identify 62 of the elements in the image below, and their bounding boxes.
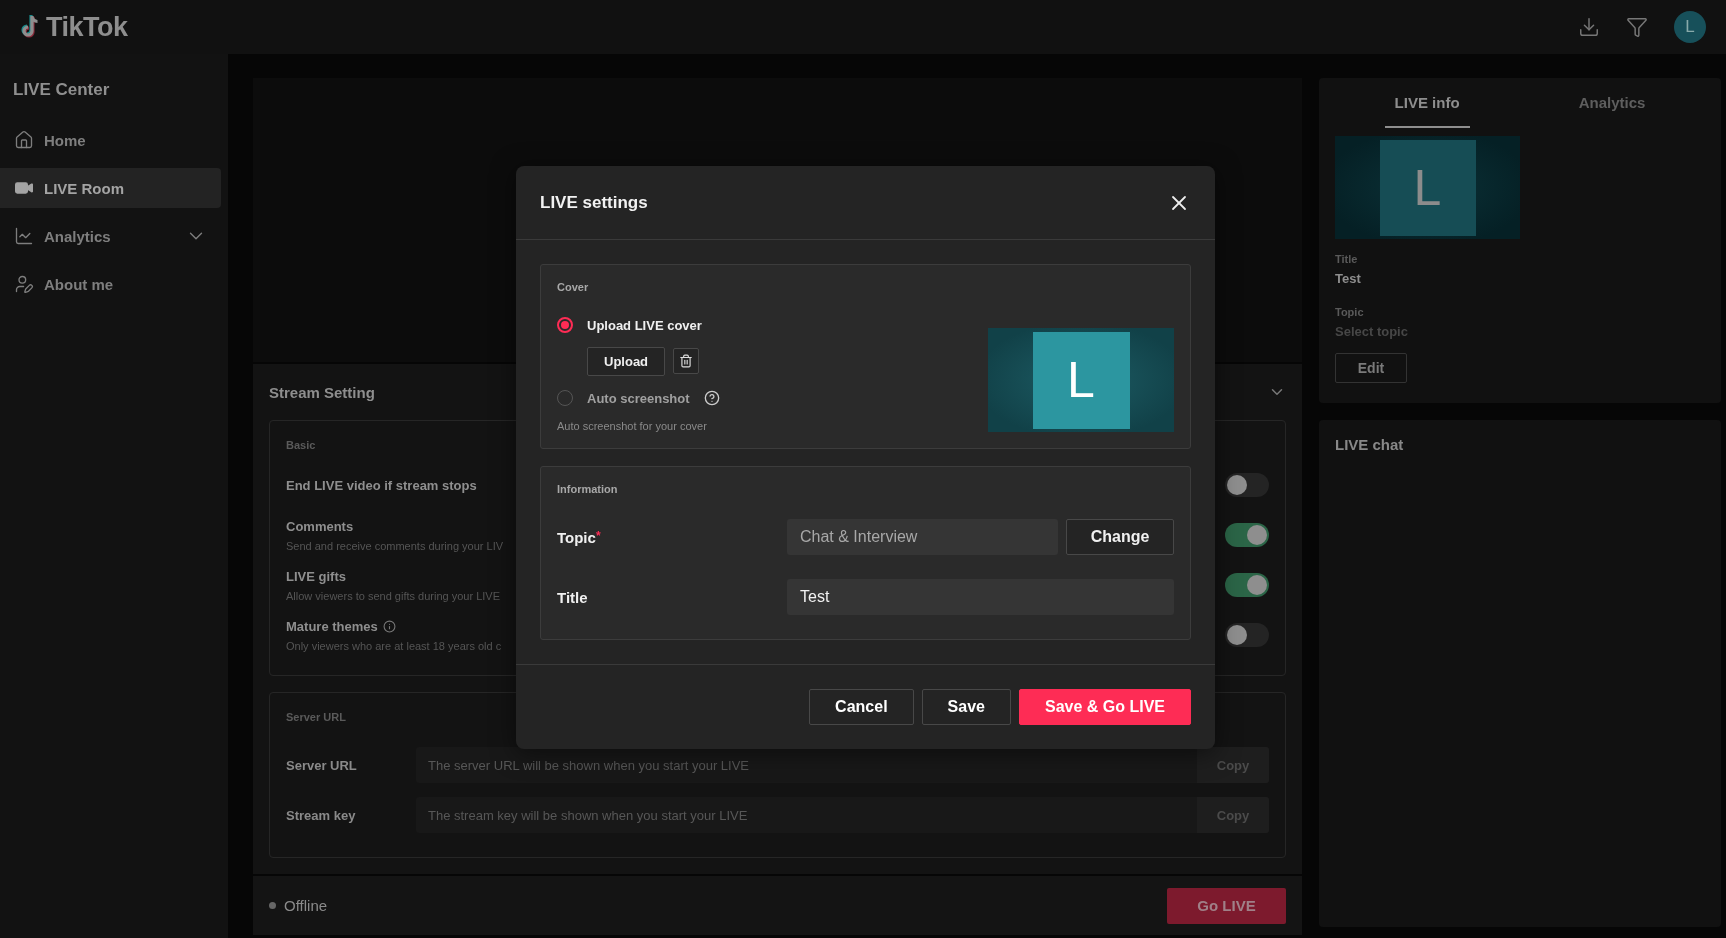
- cover-initial: L: [1032, 331, 1130, 429]
- home-icon: [14, 130, 34, 150]
- radio-label: Upload LIVE cover: [587, 317, 702, 333]
- dialog-button[interactable]: Save: [921, 689, 1011, 725]
- field-label: Title: [557, 588, 589, 606]
- setting-label: Comments: [286, 518, 354, 534]
- card-label: Information: [557, 483, 619, 495]
- logo-text: TikTok: [46, 11, 128, 43]
- sidebar-title: LIVE Center: [12, 80, 111, 100]
- setting-label: Mature themes: [286, 618, 378, 634]
- toggle-switch[interactable]: [1225, 473, 1269, 497]
- avatar[interactable]: L: [1674, 11, 1706, 43]
- setting-description: Send and receive comments during your LIV: [286, 539, 504, 552]
- save-and-go-live-button[interactable]: Save & Go LIVE: [1018, 689, 1191, 725]
- field-value: Test: [1335, 271, 1362, 286]
- help-icon[interactable]: [703, 390, 720, 406]
- status-text: Offline: [284, 897, 328, 914]
- filter-icon[interactable]: [1626, 16, 1648, 38]
- card-label: Basic: [286, 439, 316, 451]
- change-button[interactable]: Change: [1066, 519, 1174, 555]
- setting-description: Allow viewers to send gifts during your LIVE: [286, 589, 500, 602]
- sidebar-item-label: Analytics: [44, 227, 112, 245]
- panel-title: Stream Setting: [269, 383, 375, 401]
- dialog-button[interactable]: Cancel: [809, 689, 914, 725]
- radio-button[interactable]: [557, 317, 573, 333]
- card-label: Cover: [557, 281, 590, 293]
- radio-label: Auto screenshot: [587, 390, 690, 406]
- line-chart-icon: [14, 226, 34, 246]
- field-label: Stream key: [286, 807, 357, 823]
- upload-button[interactable]: Upload: [587, 347, 666, 376]
- toggle-switch[interactable]: [1225, 523, 1269, 547]
- field-label: Server URL: [286, 757, 358, 773]
- cover-initial: L: [1379, 139, 1476, 236]
- setting-label: End LIVE video if stream stops: [286, 477, 477, 493]
- sidebar-item[interactable]: Home: [0, 120, 221, 160]
- person-icon: [14, 274, 34, 294]
- field-label: Topic: [1335, 306, 1365, 318]
- dialog-title: LIVE settings: [540, 192, 648, 213]
- sidebar-item[interactable]: Analytics: [0, 216, 221, 256]
- field-label: Title: [1335, 253, 1359, 265]
- sidebar-item[interactable]: About me: [0, 264, 221, 304]
- setting-label: LIVE gifts: [286, 568, 346, 584]
- sidebar-item[interactable]: LIVE Room: [0, 168, 221, 208]
- sidebar-item-label: About me: [44, 275, 115, 293]
- sidebar-item-label: LIVE Room: [44, 179, 125, 197]
- download-icon[interactable]: [1578, 16, 1600, 38]
- sidebar-item-label: Home: [44, 131, 87, 149]
- input-field[interactable]: Chat & Interview: [787, 519, 1058, 555]
- go-live-button[interactable]: Go LIVE: [1167, 887, 1286, 924]
- tab[interactable]: Analytics: [1568, 78, 1656, 128]
- info-icon[interactable]: [382, 619, 396, 633]
- input-field[interactable]: Test: [787, 579, 1174, 615]
- card-label: Server URL: [286, 711, 346, 723]
- edit-button[interactable]: Edit: [1335, 353, 1407, 383]
- trash-icon: [679, 354, 694, 368]
- toggle-switch[interactable]: [1225, 573, 1269, 597]
- toggle-switch[interactable]: [1225, 623, 1269, 647]
- option-description: Auto screenshot for your cover: [557, 420, 708, 432]
- panel-title: LIVE chat: [1335, 436, 1405, 453]
- field-label: Topic*: [557, 528, 602, 546]
- tab[interactable]: LIVE info: [1384, 78, 1470, 128]
- delete-button[interactable]: [673, 348, 700, 374]
